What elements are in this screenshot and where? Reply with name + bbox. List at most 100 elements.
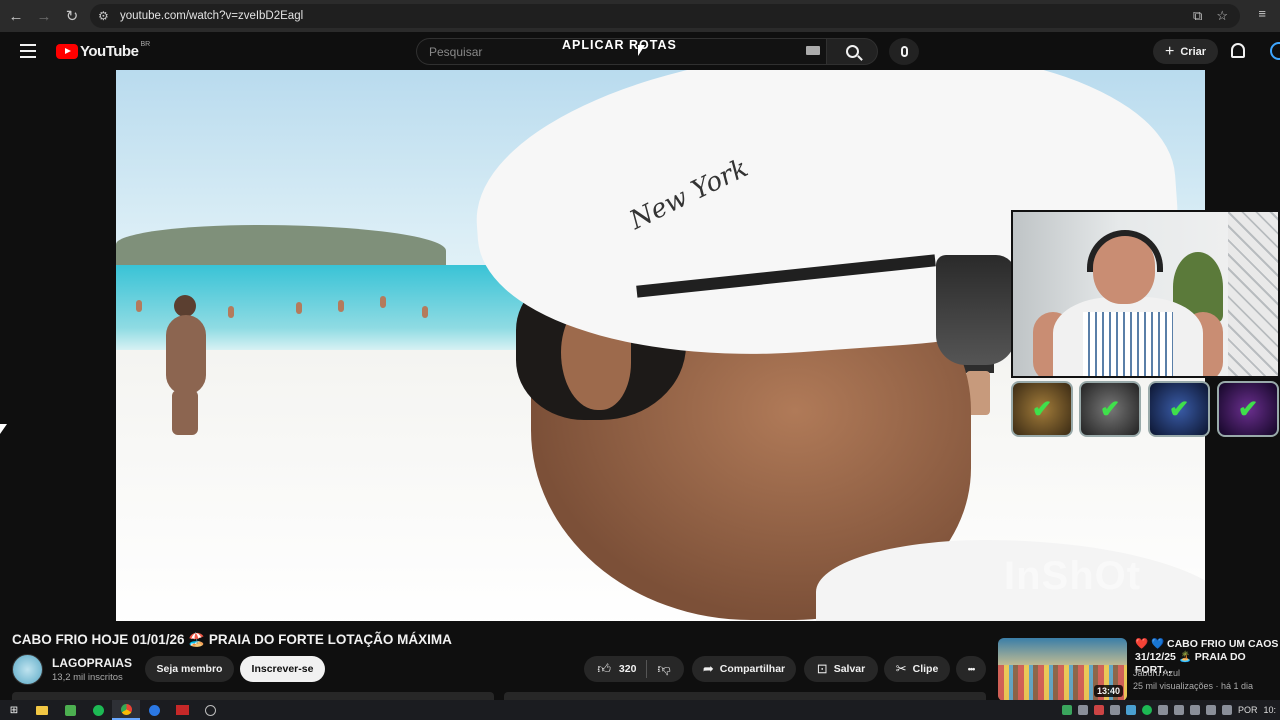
bather [380,296,386,308]
video-info: CABO FRIO HOJE 01/01/26 🏖️ PRAIA DO FORT… [0,621,1280,701]
search-icon [845,45,859,58]
subscriber-count: 13,2 mil inscritos [52,672,123,683]
badge-check-3: ✔ [1148,381,1210,437]
mouse-cursor-icon [0,424,7,434]
bookmark-icon: ⊡ [816,661,828,676]
taskbar: ⊞ POR 10: [0,700,1280,720]
app-icon[interactable] [140,700,168,720]
mouse-cursor-icon [638,45,645,56]
check-icon: ✔ [1099,395,1121,423]
share-button[interactable]: ➦ Compartilhar [692,656,796,682]
reload-icon[interactable]: ↻ [58,2,86,30]
video-duration: 13:40 [1093,685,1123,697]
create-button[interactable]: + Criar [1153,39,1219,64]
clip-label: Clipe [912,663,939,675]
battery-icon[interactable] [1189,705,1200,715]
tray-icon[interactable] [1093,705,1104,715]
spotify-tray-icon[interactable] [1141,705,1152,715]
clock[interactable]: 10: [1263,705,1276,715]
comments-box[interactable] [504,692,986,700]
scissors-icon: ✂ [895,661,907,676]
logo-text: YouTube [80,43,139,60]
like-count: 320 [618,663,637,675]
spotify-icon[interactable] [84,700,112,720]
webcam-overlay [1011,210,1280,378]
clip-button[interactable]: ✂ Clipe [884,656,950,682]
wifi-icon[interactable] [1205,705,1216,715]
bather [338,300,344,312]
back-arrow-icon[interactable]: ← [2,2,30,30]
channel-avatar[interactable] [12,654,43,685]
address-bar[interactable]: ⚙ youtube.com/watch?v=zveIbD2Eagl ⧉ ☆ [90,4,1240,28]
create-label: Criar [1180,45,1207,58]
tray-icon[interactable] [1077,705,1088,715]
country-code: BR [140,41,151,48]
notifications-bell-icon[interactable] [1231,43,1245,58]
save-button[interactable]: ⊡ Salvar [804,656,878,682]
forward-arrow-icon[interactable]: → [30,2,58,30]
subscribe-button[interactable]: Inscrever-se [240,656,325,682]
windows-start-icon[interactable]: ⊞ [0,700,28,720]
url-text: youtube.com/watch?v=zveIbD2Eagl [120,10,304,22]
man-profile: New York [466,70,1205,621]
recommended-channel[interactable]: Jaburu Azul [1133,668,1180,678]
install-app-icon[interactable]: ⧉ [1193,8,1202,24]
bookmark-star-icon[interactable]: ☆ [1216,8,1228,24]
like-dislike-group: 👍︎ 320 👎︎ [584,656,684,682]
description-box[interactable] [12,692,494,700]
more-actions-button[interactable]: ••• [956,656,986,682]
save-label: Salvar [833,663,866,675]
bather [296,302,302,314]
reading-list-icon[interactable]: ≡ [1258,6,1266,21]
tray-icon[interactable] [1109,705,1120,715]
tray-icon[interactable] [1125,705,1136,715]
app-icon[interactable] [56,700,84,720]
thumbs-up-icon: 👍︎ [597,661,611,676]
video-title: CABO FRIO HOJE 01/01/26 🏖️ PRAIA DO FORT… [12,632,452,647]
join-membership-button[interactable]: Seja membro [145,656,234,682]
input-language[interactable]: POR [1238,705,1258,715]
account-avatar[interactable] [1270,42,1280,60]
tray-icon[interactable] [1157,705,1168,715]
check-icon: ✔ [1168,395,1190,423]
check-icon: ✔ [1237,395,1259,423]
cap-logo: New York [625,153,753,236]
inshot-watermark: InShOt [1004,554,1142,598]
dislike-button[interactable]: 👎︎ [647,661,680,677]
hamburger-menu-icon[interactable] [20,44,36,58]
share-label: Compartilhar [719,663,786,675]
bather [136,300,142,312]
microphone-tray-icon[interactable] [1173,705,1184,715]
sunglasses [636,250,1026,365]
app-icon[interactable] [196,700,224,720]
check-icon: ✔ [1031,395,1053,423]
recommended-thumbnail[interactable]: 13:40 [998,638,1127,701]
share-arrow-icon: ➦ [702,661,714,676]
site-settings-icon[interactable]: ⚙ [98,9,120,23]
plus-icon: + [1165,42,1175,60]
volume-icon[interactable] [1221,705,1232,715]
search-button[interactable] [826,38,878,65]
badge-check-4: ✔ [1217,381,1279,437]
thumbs-down-icon: 👎︎ [657,661,671,676]
bather [422,306,428,318]
keyboard-icon[interactable] [806,46,820,55]
system-tray: POR 10: [1061,700,1280,720]
youtube-play-icon [56,44,78,59]
bather [228,306,234,318]
youtube-logo[interactable]: YouTube BR [56,41,151,60]
chrome-icon[interactable] [112,700,140,720]
badge-check-2: ✔ [1079,381,1141,437]
tray-icon[interactable] [1061,705,1072,715]
like-button[interactable]: 👍︎ 320 [587,661,646,677]
woman-with-child [156,295,218,435]
news-app-icon[interactable] [168,700,196,720]
badge-check-1: ✔ [1011,381,1073,437]
file-explorer-icon[interactable] [28,700,56,720]
microphone-icon [900,46,908,57]
browser-toolbar: ← → ↻ ⚙ youtube.com/watch?v=zveIbD2Eagl … [0,0,1280,32]
recommended-meta: 25 mil visualizações · há 1 dia [1133,681,1254,691]
voice-search-button[interactable] [889,38,919,65]
channel-name[interactable]: LAGOPRAIAS [52,656,132,670]
more-icon: ••• [967,664,976,674]
